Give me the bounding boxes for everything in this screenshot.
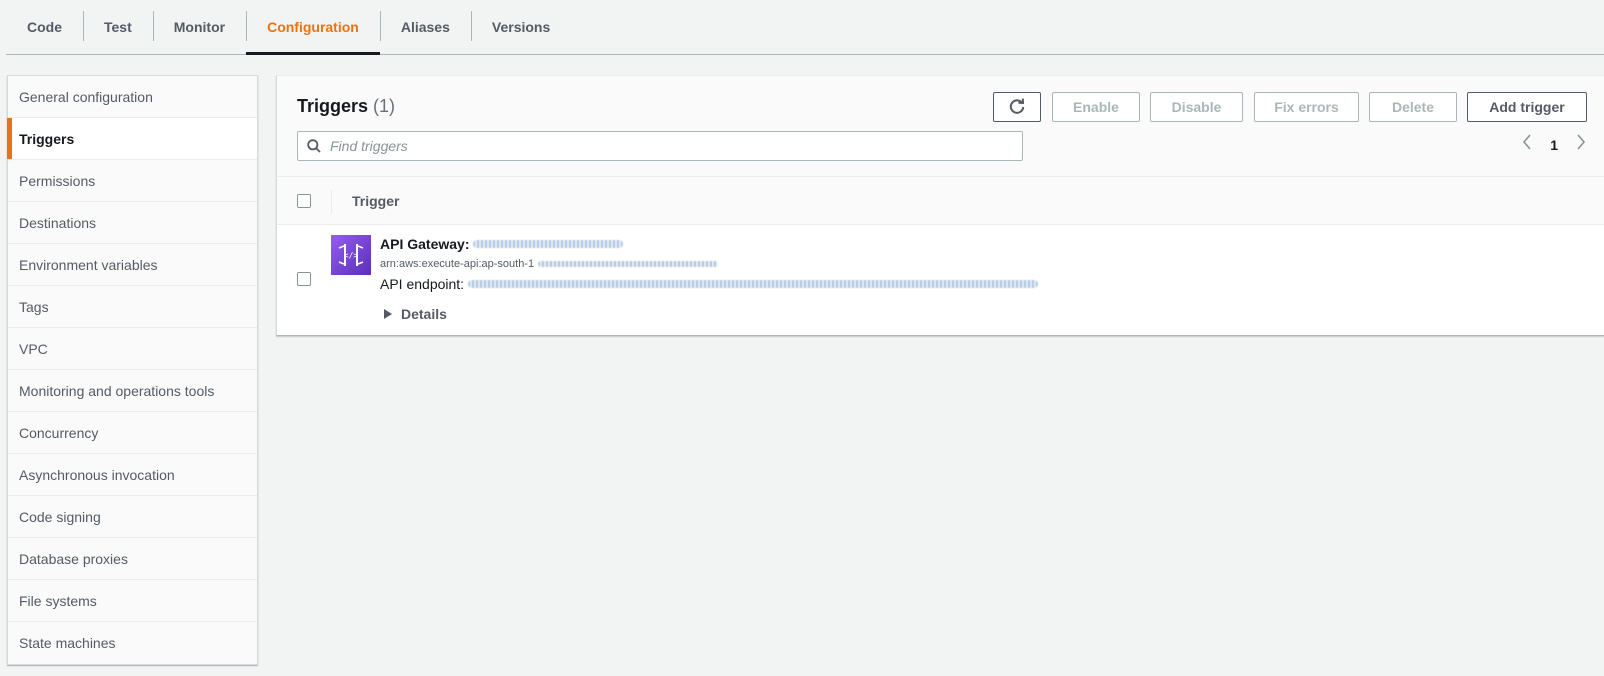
delete-button[interactable]: Delete [1369,92,1457,122]
redacted-api-name [473,240,624,248]
current-page-number[interactable]: 1 [1550,137,1558,153]
tab-monitor[interactable]: Monitor [152,0,246,54]
sidebar-item-vpc[interactable]: VPC [8,328,257,370]
table-header: Trigger [277,177,1604,225]
triggers-count: (1) [373,96,396,116]
enable-button[interactable]: Enable [1052,92,1140,122]
redacted-endpoint-url[interactable] [468,280,1039,288]
sidebar-item-monitoring-tools[interactable]: Monitoring and operations tools [8,370,257,412]
details-expander[interactable]: Details [384,306,447,322]
triggers-panel-header: Triggers (1) Enable Disable Fix errors D… [277,76,1604,177]
tab-code[interactable]: Code [6,0,83,54]
column-divider [331,190,332,214]
svg-text:</>: </> [344,251,359,260]
panel-title: Triggers (1) [297,96,395,117]
refresh-icon [1009,98,1025,114]
tab-test[interactable]: Test [83,0,153,54]
tab-versions[interactable]: Versions [470,0,571,54]
search-box [297,131,1023,161]
sidebar-item-permissions[interactable]: Permissions [8,160,257,202]
disable-button[interactable]: Disable [1150,92,1243,122]
fix-errors-button[interactable]: Fix errors [1254,92,1359,122]
sidebar-item-database-proxies[interactable]: Database proxies [8,538,257,580]
column-header-trigger: Trigger [352,193,400,209]
tab-aliases[interactable]: Aliases [379,0,471,54]
row-select-checkbox[interactable] [297,272,311,286]
table-row: </> API Gateway: arn:aws:execute-api:ap-… [277,225,1604,335]
top-tabs: Code Test Monitor Configuration Aliases … [6,0,1604,55]
trigger-arn-prefix: arn:aws:execute-api:ap-south-1 [380,258,535,270]
sidebar-item-async-invocation[interactable]: Asynchronous invocation [8,454,257,496]
sidebar-item-tags[interactable]: Tags [8,286,257,328]
trigger-arn: arn:aws:execute-api:ap-south-1 [380,258,719,270]
sidebar-item-file-systems[interactable]: File systems [8,580,257,622]
next-page-icon[interactable] [1576,134,1586,155]
refresh-button[interactable] [993,92,1041,122]
sidebar-item-environment-variables[interactable]: Environment variables [8,244,257,286]
search-icon [298,139,330,153]
trigger-type-label: API Gateway: [380,236,470,252]
triggers-title: Triggers [297,96,369,116]
trigger-name[interactable]: API Gateway: [380,236,624,252]
configuration-sidebar: General configuration Triggers Permissio… [7,75,258,665]
api-endpoint: API endpoint: [380,276,1039,292]
redacted-arn [538,261,719,267]
tab-configuration[interactable]: Configuration [246,0,380,55]
select-all-checkbox[interactable] [297,194,311,208]
sidebar-item-state-machines[interactable]: State machines [8,622,257,664]
sidebar-item-code-signing[interactable]: Code signing [8,496,257,538]
sidebar-item-concurrency[interactable]: Concurrency [8,412,257,454]
sidebar-item-destinations[interactable]: Destinations [8,202,257,244]
caret-right-icon [384,309,392,319]
details-label: Details [401,306,447,322]
sidebar-item-general-configuration[interactable]: General configuration [8,76,257,118]
api-gateway-icon: </> [331,235,371,275]
api-endpoint-label: API endpoint: [380,276,465,292]
add-trigger-button[interactable]: Add trigger [1467,92,1587,122]
triggers-panel: Triggers (1) Enable Disable Fix errors D… [276,75,1604,336]
sidebar-item-triggers[interactable]: Triggers [7,118,257,160]
pagination: 1 [1522,134,1586,155]
previous-page-icon[interactable] [1522,134,1532,155]
search-input[interactable] [330,138,1010,154]
